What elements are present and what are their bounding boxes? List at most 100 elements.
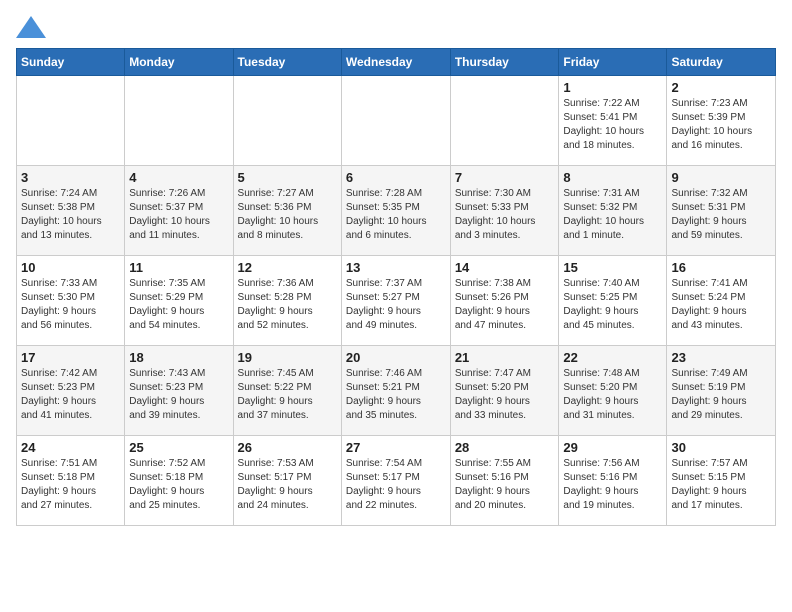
day-number: 25: [129, 440, 228, 455]
day-info: Sunrise: 7:35 AM Sunset: 5:29 PM Dayligh…: [129, 277, 228, 333]
calendar-cell: 25 Sunrise: 7:52 AM Sunset: 5:18 PM Dayli…: [125, 436, 233, 526]
day-info: Sunrise: 7:52 AM Sunset: 5:18 PM Dayligh…: [129, 457, 228, 513]
day-info: Sunrise: 7:46 AM Sunset: 5:21 PM Dayligh…: [346, 367, 446, 423]
day-info: Sunrise: 7:38 AM Sunset: 5:26 PM Dayligh…: [455, 277, 555, 333]
day-number: 10: [21, 260, 120, 275]
day-info: Sunrise: 7:48 AM Sunset: 5:20 PM Dayligh…: [563, 367, 662, 423]
day-info: Sunrise: 7:56 AM Sunset: 5:16 PM Dayligh…: [563, 457, 662, 513]
day-number: 13: [346, 260, 446, 275]
weekday-header-tuesday: Tuesday: [233, 49, 341, 76]
calendar-cell: 23 Sunrise: 7:49 AM Sunset: 5:19 PM Dayli…: [667, 346, 776, 436]
day-info: Sunrise: 7:33 AM Sunset: 5:30 PM Dayligh…: [21, 277, 120, 333]
day-info: Sunrise: 7:54 AM Sunset: 5:17 PM Dayligh…: [346, 457, 446, 513]
logo-icon: [16, 16, 46, 38]
day-info: Sunrise: 7:22 AM Sunset: 5:41 PM Dayligh…: [563, 97, 662, 153]
calendar-cell: 1 Sunrise: 7:22 AM Sunset: 5:41 PM Daylig…: [559, 76, 667, 166]
calendar-cell: 12Sunrise: 7:36 AM Sunset: 5:28 PM Dayli…: [233, 256, 341, 346]
day-info: Sunrise: 7:41 AM Sunset: 5:24 PM Dayligh…: [671, 277, 771, 333]
calendar-cell: [17, 76, 125, 166]
day-number: 30: [671, 440, 771, 455]
weekday-header-friday: Friday: [559, 49, 667, 76]
day-info: Sunrise: 7:23 AM Sunset: 5:39 PM Dayligh…: [671, 97, 771, 153]
calendar-cell: 27 Sunrise: 7:54 AM Sunset: 5:17 PM Dayli…: [341, 436, 450, 526]
calendar-cell: 8 Sunrise: 7:31 AM Sunset: 5:32 PM Daylig…: [559, 166, 667, 256]
calendar-cell: [450, 76, 559, 166]
day-info: Sunrise: 7:36 AM Sunset: 5:28 PM Dayligh…: [238, 277, 337, 333]
calendar-cell: 6 Sunrise: 7:28 AM Sunset: 5:35 PM Daylig…: [341, 166, 450, 256]
day-number: 19: [238, 350, 337, 365]
day-number: 11: [129, 260, 228, 275]
day-number: 21: [455, 350, 555, 365]
calendar-cell: 30 Sunrise: 7:57 AM Sunset: 5:15 PM Dayli…: [667, 436, 776, 526]
day-number: 4: [129, 170, 228, 185]
day-number: 29: [563, 440, 662, 455]
calendar-cell: 22 Sunrise: 7:48 AM Sunset: 5:20 PM Dayli…: [559, 346, 667, 436]
calendar-cell: 9 Sunrise: 7:32 AM Sunset: 5:31 PM Daylig…: [667, 166, 776, 256]
calendar-cell: 19 Sunrise: 7:45 AM Sunset: 5:22 PM Dayli…: [233, 346, 341, 436]
day-number: 20: [346, 350, 446, 365]
day-info: Sunrise: 7:47 AM Sunset: 5:20 PM Dayligh…: [455, 367, 555, 423]
weekday-header-sunday: Sunday: [17, 49, 125, 76]
weekday-header-saturday: Saturday: [667, 49, 776, 76]
day-number: 9: [671, 170, 771, 185]
calendar: SundayMondayTuesdayWednesdayThursdayFrid…: [16, 48, 776, 526]
day-number: 7: [455, 170, 555, 185]
day-number: 17: [21, 350, 120, 365]
day-info: Sunrise: 7:31 AM Sunset: 5:32 PM Dayligh…: [563, 187, 662, 243]
calendar-week-5: 24 Sunrise: 7:51 AM Sunset: 5:18 PM Dayli…: [17, 436, 776, 526]
calendar-cell: 13Sunrise: 7:37 AM Sunset: 5:27 PM Dayli…: [341, 256, 450, 346]
day-info: Sunrise: 7:32 AM Sunset: 5:31 PM Dayligh…: [671, 187, 771, 243]
day-number: 1: [563, 80, 662, 95]
day-info: Sunrise: 7:30 AM Sunset: 5:33 PM Dayligh…: [455, 187, 555, 243]
day-number: 28: [455, 440, 555, 455]
weekday-header-monday: Monday: [125, 49, 233, 76]
day-number: 6: [346, 170, 446, 185]
day-info: Sunrise: 7:28 AM Sunset: 5:35 PM Dayligh…: [346, 187, 446, 243]
calendar-body: 1 Sunrise: 7:22 AM Sunset: 5:41 PM Daylig…: [17, 76, 776, 526]
day-number: 2: [671, 80, 771, 95]
calendar-cell: [341, 76, 450, 166]
logo: [16, 16, 50, 38]
calendar-cell: 3 Sunrise: 7:24 AM Sunset: 5:38 PM Daylig…: [17, 166, 125, 256]
day-info: Sunrise: 7:53 AM Sunset: 5:17 PM Dayligh…: [238, 457, 337, 513]
day-info: Sunrise: 7:51 AM Sunset: 5:18 PM Dayligh…: [21, 457, 120, 513]
day-number: 15: [563, 260, 662, 275]
calendar-week-1: 1 Sunrise: 7:22 AM Sunset: 5:41 PM Daylig…: [17, 76, 776, 166]
calendar-week-2: 3 Sunrise: 7:24 AM Sunset: 5:38 PM Daylig…: [17, 166, 776, 256]
calendar-cell: 29 Sunrise: 7:56 AM Sunset: 5:16 PM Dayli…: [559, 436, 667, 526]
calendar-cell: 11 Sunrise: 7:35 AM Sunset: 5:29 PM Dayli…: [125, 256, 233, 346]
day-info: Sunrise: 7:24 AM Sunset: 5:38 PM Dayligh…: [21, 187, 120, 243]
calendar-cell: 7 Sunrise: 7:30 AM Sunset: 5:33 PM Daylig…: [450, 166, 559, 256]
day-number: 22: [563, 350, 662, 365]
weekday-header-wednesday: Wednesday: [341, 49, 450, 76]
day-number: 16: [671, 260, 771, 275]
day-info: Sunrise: 7:40 AM Sunset: 5:25 PM Dayligh…: [563, 277, 662, 333]
calendar-cell: [125, 76, 233, 166]
calendar-cell: 28Sunrise: 7:55 AM Sunset: 5:16 PM Dayli…: [450, 436, 559, 526]
day-number: 3: [21, 170, 120, 185]
calendar-cell: 4 Sunrise: 7:26 AM Sunset: 5:37 PM Daylig…: [125, 166, 233, 256]
calendar-cell: 10 Sunrise: 7:33 AM Sunset: 5:30 PM Dayli…: [17, 256, 125, 346]
header: [16, 16, 776, 38]
day-number: 24: [21, 440, 120, 455]
day-number: 18: [129, 350, 228, 365]
calendar-cell: 5Sunrise: 7:27 AM Sunset: 5:36 PM Daylig…: [233, 166, 341, 256]
day-number: 23: [671, 350, 771, 365]
day-info: Sunrise: 7:57 AM Sunset: 5:15 PM Dayligh…: [671, 457, 771, 513]
weekday-header-thursday: Thursday: [450, 49, 559, 76]
calendar-cell: 21 Sunrise: 7:47 AM Sunset: 5:20 PM Dayli…: [450, 346, 559, 436]
calendar-cell: 26 Sunrise: 7:53 AM Sunset: 5:17 PM Dayli…: [233, 436, 341, 526]
day-number: 27: [346, 440, 446, 455]
day-number: 14: [455, 260, 555, 275]
day-info: Sunrise: 7:49 AM Sunset: 5:19 PM Dayligh…: [671, 367, 771, 423]
calendar-cell: 17 Sunrise: 7:42 AM Sunset: 5:23 PM Dayli…: [17, 346, 125, 436]
day-info: Sunrise: 7:43 AM Sunset: 5:23 PM Dayligh…: [129, 367, 228, 423]
calendar-cell: [233, 76, 341, 166]
day-number: 8: [563, 170, 662, 185]
day-info: Sunrise: 7:26 AM Sunset: 5:37 PM Dayligh…: [129, 187, 228, 243]
day-info: Sunrise: 7:42 AM Sunset: 5:23 PM Dayligh…: [21, 367, 120, 423]
day-info: Sunrise: 7:45 AM Sunset: 5:22 PM Dayligh…: [238, 367, 337, 423]
calendar-cell: 16 Sunrise: 7:41 AM Sunset: 5:24 PM Dayli…: [667, 256, 776, 346]
calendar-cell: 24 Sunrise: 7:51 AM Sunset: 5:18 PM Dayli…: [17, 436, 125, 526]
day-number: 26: [238, 440, 337, 455]
